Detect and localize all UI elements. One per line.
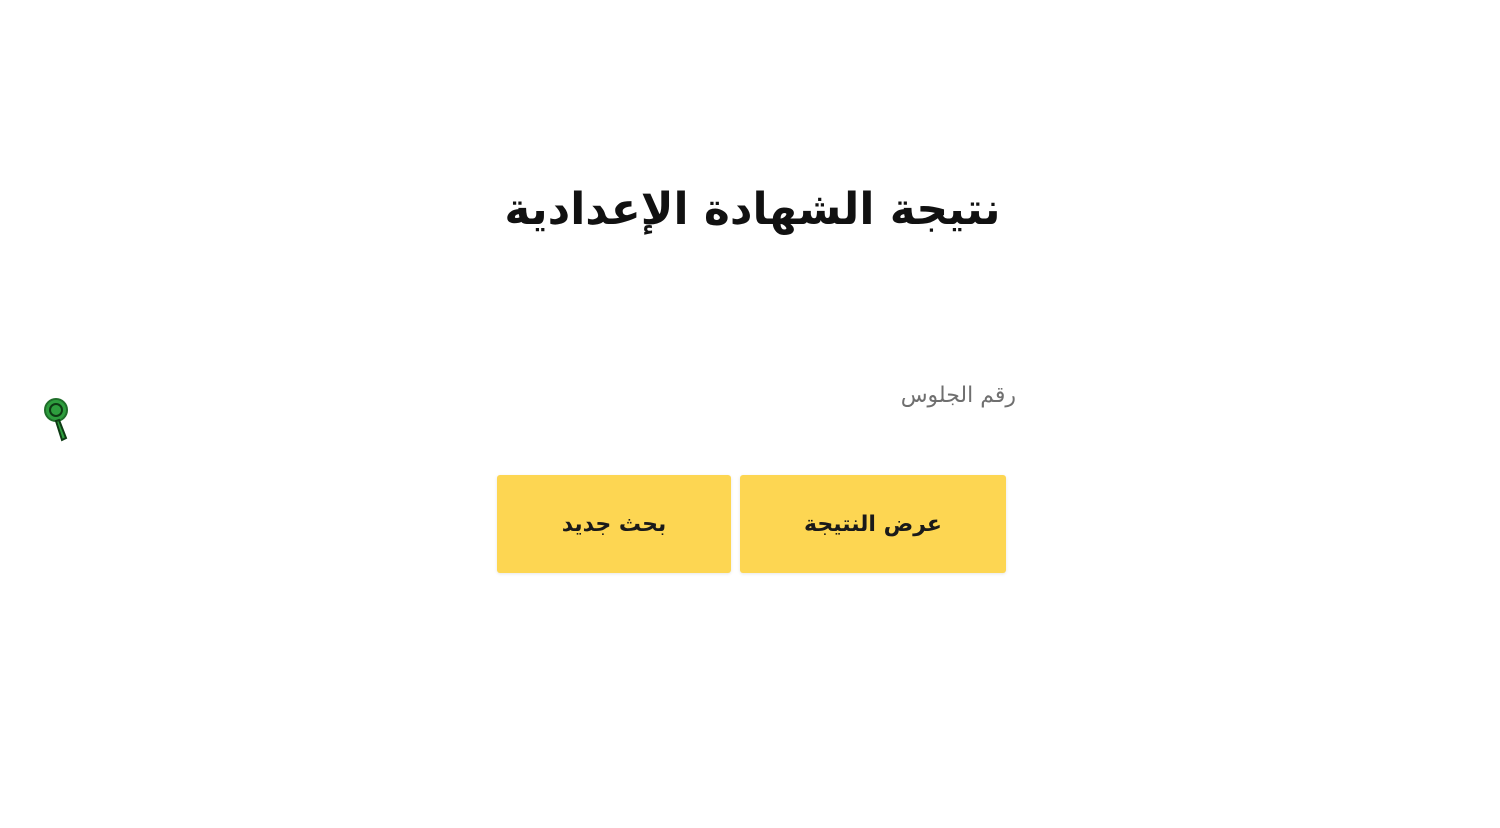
page-title: نتيجة الشهادة الإعدادية [504,184,1001,235]
watermark [42,384,292,444]
seat-number-form [490,365,1020,435]
magnifier-icon [44,398,68,442]
show-result-button[interactable]: عرض النتيجة [740,475,1006,573]
new-search-button[interactable]: بحث جديد [497,475,731,573]
seat-number-input[interactable] [490,365,1020,425]
